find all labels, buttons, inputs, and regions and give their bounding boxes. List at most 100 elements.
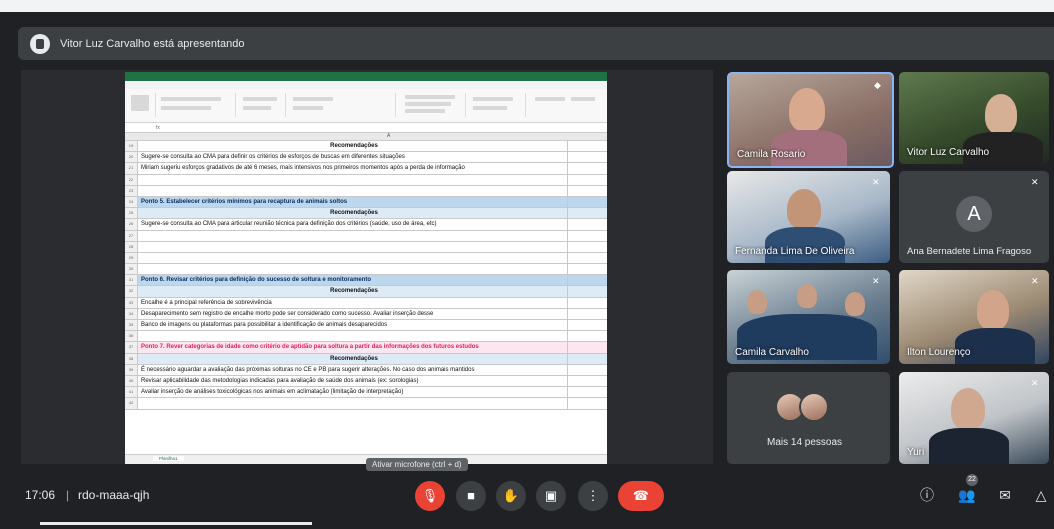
sheet-cell[interactable]: Ponto 5. Estabelecer critérios mínimos p…: [141, 197, 607, 207]
camera-button[interactable]: ■: [456, 481, 486, 511]
excel-ribbon: [125, 89, 607, 123]
sheet-row[interactable]: 32 Recomendações: [125, 286, 607, 298]
sheet-row[interactable]: 40 Revisar aplicabilidade das metodologia…: [125, 375, 607, 388]
sheet-row[interactable]: 41 Avaliar inserção de análises toxicológ…: [125, 387, 607, 399]
row-number: 29: [125, 252, 138, 264]
participant-tile[interactable]: ✕ Camila Carvalho: [727, 270, 890, 364]
chat-button[interactable]: ✉: [994, 484, 1016, 506]
camera-icon: ■: [467, 488, 475, 503]
sheet-cell[interactable]: Sugere-se consulta ao CMA para definir o…: [141, 152, 607, 162]
sheet-cell[interactable]: Recomendações: [141, 141, 567, 151]
people-icon: 👥: [958, 487, 976, 503]
meeting-code[interactable]: rdo-maaa-qjh: [78, 488, 149, 502]
sheet-row[interactable]: 35 Banco de imagens ou plataformas para p…: [125, 320, 607, 332]
excel-title-bar: [125, 72, 607, 81]
sheet-row[interactable]: 26 Sugere-se consulta ao CMA para articul…: [125, 219, 607, 231]
sheet-cell[interactable]: Ponto 6. Revisar critérios para definiçã…: [141, 275, 607, 285]
participant-name: Camila Carvalho: [735, 347, 809, 358]
leave-call-button[interactable]: ☎: [618, 481, 664, 511]
sheet-cell[interactable]: Banco de imagens ou plataformas para pos…: [141, 320, 607, 330]
avatar-stack: [775, 392, 829, 422]
sheet-cell[interactable]: Encalhe é a principal referência de sobr…: [141, 298, 607, 308]
sheet-row[interactable]: 39 É necessário aguardar a avaliação das …: [125, 364, 607, 376]
row-number: 28: [125, 241, 138, 252]
column-header: [125, 133, 607, 141]
sheet-row[interactable]: 28: [125, 241, 607, 253]
row-number: 35: [125, 320, 138, 331]
participant-tile[interactable]: A ✕ Ana Bernadete Lima Fragoso: [899, 171, 1049, 263]
participant-tile[interactable]: ✕ Fernanda Lima De Oliveira: [727, 171, 890, 263]
sheet-row[interactable]: 23: [125, 185, 607, 197]
participant-name: Fernanda Lima De Oliveira: [735, 246, 855, 257]
people-button[interactable]: 👥: [956, 484, 978, 506]
present-screen-icon: ▣: [544, 488, 558, 503]
row-number: 25: [125, 208, 138, 219]
sheet-cell[interactable]: Avaliar inserção de análises toxicológic…: [141, 387, 607, 397]
row-number: 23: [125, 185, 138, 196]
sheet-row[interactable]: 33 Encalhe é a principal referência de so…: [125, 297, 607, 309]
sheet-row[interactable]: 31 Ponto 6. Revisar critérios para defini…: [125, 275, 607, 287]
mic-off-icon: 🎙: [421, 488, 439, 503]
participant-tile[interactable]: Vitor Luz Carvalho: [899, 72, 1049, 164]
microphone-button[interactable]: 🎙: [415, 481, 445, 511]
row-number: 30: [125, 264, 138, 275]
sheet-row[interactable]: 34 Desaparecimento sem registro de encalh…: [125, 308, 607, 320]
participant-name: Yuri: [907, 447, 925, 458]
meeting-control-bar: [0, 472, 1054, 520]
present-button[interactable]: ▣: [536, 481, 566, 511]
sheet-row[interactable]: 38 Recomendações: [125, 353, 607, 365]
row-number: 32: [125, 286, 138, 297]
sheet-row[interactable]: 36: [125, 331, 607, 343]
sheet-row[interactable]: 19 Recomendações: [125, 141, 607, 153]
meeting-details-button[interactable]: ⓘ: [916, 484, 938, 506]
sheet-cell[interactable]: Revisar aplicabilidade das metodologias …: [141, 376, 607, 386]
more-participants-tile[interactable]: Mais 14 pessoas: [727, 372, 890, 464]
sheet-row[interactable]: 42: [125, 398, 607, 410]
sheet-row[interactable]: 22: [125, 174, 607, 186]
avatar: A: [956, 196, 992, 232]
meeting-time: 17:06: [25, 488, 56, 502]
mic-muted-icon: ✕: [1031, 276, 1039, 286]
mic-tooltip: Ativar microfone (ctrl + d): [366, 458, 468, 471]
sheet-row[interactable]: 20 Sugere-se consulta ao CMA para definir…: [125, 152, 607, 164]
sheet-cell[interactable]: É necessário aguardar a avaliação das pr…: [141, 365, 607, 375]
sheet-row[interactable]: 24 Ponto 5. Estabelecer critérios mínimos…: [125, 196, 607, 209]
sheet-cell[interactable]: Ponto 7. Rever categorias de idade como …: [141, 342, 607, 352]
hand-icon: ✋: [502, 488, 520, 503]
sheet-cell[interactable]: Recomendações: [141, 354, 567, 364]
sheet-cell[interactable]: Recomendações: [141, 286, 567, 296]
row-number: 21: [125, 163, 138, 174]
more-vert-icon: ⋮: [586, 488, 600, 503]
activities-icon: △: [1035, 487, 1047, 503]
hang-up-icon: ☎: [632, 488, 650, 503]
participant-name: Camila Rosario: [737, 149, 806, 160]
taskbar-line: [40, 522, 312, 525]
separator: |: [66, 488, 70, 502]
sheet-cell[interactable]: Recomendações: [141, 208, 567, 218]
sheet-row[interactable]: 29: [125, 252, 607, 265]
sheet-rows: 19 Recomendações 20 Sugere-se consulta ao C…: [125, 141, 607, 410]
sheet-cell[interactable]: Sugere-se consulta ao CMA para articular…: [141, 219, 607, 229]
participant-tile[interactable]: ◆ Camila Rosario: [727, 72, 894, 168]
raise-hand-button[interactable]: ✋: [496, 481, 526, 511]
sheet-row[interactable]: 27: [125, 230, 607, 242]
sheet-row[interactable]: 21 Miriam sugeriu esforços gradativos de …: [125, 163, 607, 175]
excel-ribbon-tabs: [125, 81, 607, 89]
participant-tile[interactable]: ✕ Ilton Lourenço: [899, 270, 1049, 364]
sheet-row[interactable]: 37 Ponto 7. Rever categorias de idade com…: [125, 342, 607, 354]
row-number: 42: [125, 398, 138, 409]
row-number: 26: [125, 219, 138, 230]
sheet-row[interactable]: 25 Recomendações: [125, 208, 607, 220]
more-options-button[interactable]: ⋮: [578, 481, 608, 511]
sheet-row[interactable]: 30: [125, 264, 607, 276]
sheet-tab: Planilha1: [153, 456, 184, 461]
formula-bar: fx: [125, 123, 607, 133]
row-number: 41: [125, 387, 138, 398]
participant-tile[interactable]: ✕ Yuri: [899, 372, 1049, 464]
sheet-cell[interactable]: Desaparecimento sem registro de encalhe …: [141, 309, 607, 319]
row-number: 39: [125, 364, 138, 375]
activities-button[interactable]: △: [1030, 484, 1052, 506]
row-number: 36: [125, 331, 138, 342]
sheet-cell[interactable]: Miriam sugeriu esforços gradativos de at…: [141, 163, 607, 173]
row-number: 20: [125, 152, 138, 163]
